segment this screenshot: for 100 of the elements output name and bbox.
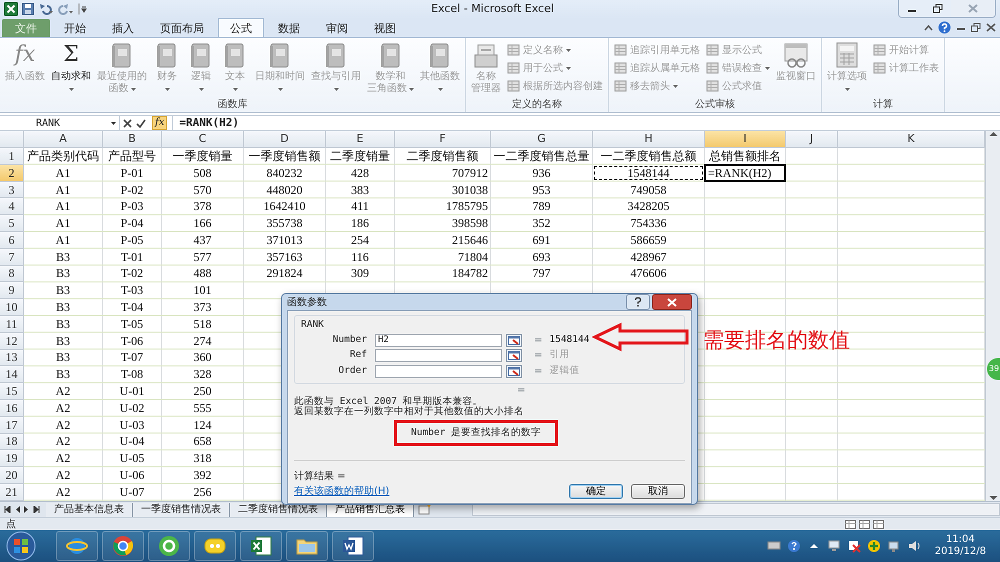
network-icon[interactable]	[886, 539, 901, 553]
column-header[interactable]: J	[786, 131, 838, 148]
taskbar-button[interactable]	[56, 531, 98, 561]
dialog-button[interactable]: 确定	[569, 484, 623, 499]
close-button[interactable]	[652, 294, 692, 310]
view-icon[interactable]	[873, 520, 884, 528]
table-cell-text: 693	[532, 248, 552, 265]
collapse-ribbon-icon[interactable]	[924, 24, 933, 31]
row-header[interactable]: 1	[0, 148, 24, 165]
ribbon-tab[interactable]: 视图	[362, 19, 408, 37]
row-header[interactable]: 20	[0, 467, 24, 484]
row-header[interactable]: 21	[0, 484, 24, 501]
argument-field[interactable]	[375, 349, 502, 362]
insert-sheet-icon[interactable]	[418, 504, 432, 515]
column-header[interactable]: E	[326, 131, 395, 148]
ribbon-tab[interactable]: 公式	[218, 18, 264, 37]
view-icon[interactable]	[845, 520, 856, 528]
speaker-icon[interactable]	[906, 539, 921, 553]
row-header[interactable]: 18	[0, 434, 24, 450]
ribbon-tab[interactable]: 插入	[100, 19, 146, 37]
taskbar-button[interactable]	[332, 531, 374, 561]
row-header[interactable]: 14	[0, 366, 24, 384]
table-cell-text: 373	[192, 299, 212, 315]
column-header[interactable]: G	[491, 131, 593, 148]
row-header[interactable]: 11	[0, 316, 24, 333]
row-header[interactable]: 12	[0, 332, 24, 350]
dialog-button[interactable]: 取消	[631, 484, 685, 499]
taskbar-button[interactable]	[148, 531, 190, 561]
row-header[interactable]: 10	[0, 299, 24, 316]
column-header[interactable]: A	[24, 131, 103, 148]
help-button[interactable]	[626, 294, 650, 310]
help-icon[interactable]	[938, 21, 951, 34]
ribbon-button[interactable]: Σ 自动求和	[48, 39, 94, 93]
customize-icon[interactable]	[78, 3, 87, 15]
collapse-button[interactable]	[506, 334, 522, 346]
row-header[interactable]: 15	[0, 383, 24, 400]
table-cell-text: B3	[54, 282, 71, 298]
column-header[interactable]: K	[838, 131, 985, 148]
view-icon[interactable]	[859, 520, 870, 528]
monitor-icon[interactable]	[826, 539, 841, 553]
row-header[interactable]: 13	[0, 350, 24, 366]
enter-icon[interactable]	[136, 118, 146, 128]
taskbar-button[interactable]	[240, 531, 282, 561]
sheet-tab[interactable]: 产品基本信息表	[46, 502, 133, 516]
argument-field[interactable]	[375, 364, 502, 378]
scrollbar[interactable]	[985, 131, 1000, 501]
row-header[interactable]: 7	[0, 248, 24, 266]
column-header[interactable]: D	[244, 131, 326, 148]
taskbar-button[interactable]	[286, 531, 328, 561]
row-header[interactable]: 2	[0, 164, 24, 182]
function-icon: Σ	[63, 41, 79, 71]
help-link[interactable]: 有关该函数的帮助(H)	[294, 484, 390, 499]
column-header[interactable]: C	[162, 131, 244, 148]
restore-icon[interactable]	[971, 23, 981, 32]
collapse-button[interactable]	[506, 364, 522, 378]
insert-function-button[interactable]: fx	[152, 116, 168, 130]
collapse-button[interactable]	[506, 349, 522, 362]
row-header[interactable]: 9	[0, 282, 24, 300]
taskbar-button[interactable]	[194, 531, 236, 561]
ribbon-tab[interactable]: 审阅	[314, 19, 360, 37]
next-sheet-icon[interactable]	[24, 506, 29, 513]
undo-icon[interactable]	[38, 3, 54, 15]
watch-window-icon	[782, 41, 810, 70]
redo-icon[interactable]	[58, 3, 74, 15]
row-header[interactable]: 19	[0, 450, 24, 468]
start-button[interactable]	[6, 531, 36, 561]
column-header[interactable]: B	[103, 131, 162, 148]
ribbon-tab[interactable]: 数据	[266, 19, 312, 37]
sheet-tab[interactable]: 一季度销售情况表	[133, 502, 230, 516]
formula-field[interactable]: =RANK(H2)	[172, 116, 1000, 130]
row-header[interactable]: 6	[0, 232, 24, 249]
table-cell-text: 二季度销售额	[406, 148, 480, 164]
cancel-icon[interactable]	[123, 118, 132, 128]
column-header[interactable]: I	[705, 131, 786, 148]
table-cell-text: 3428205	[626, 198, 670, 214]
row-header[interactable]: 5	[0, 215, 24, 232]
close-icon[interactable]	[986, 23, 996, 32]
first-sheet-icon[interactable]	[4, 506, 11, 513]
argument-field[interactable]: H2	[375, 334, 502, 346]
row-header[interactable]: 17	[0, 416, 24, 434]
minimize-button[interactable]	[899, 0, 925, 17]
row-header[interactable]: 4	[0, 198, 24, 216]
spreadsheet-logo-icon[interactable]	[4, 2, 18, 16]
ribbon-tab[interactable]: 页面布局	[148, 19, 216, 37]
row-header[interactable]: 8	[0, 266, 24, 282]
column-header[interactable]: F	[395, 131, 491, 148]
name-box[interactable]: RANK	[0, 116, 120, 130]
row-header[interactable]: 3	[0, 182, 24, 198]
plus-icon[interactable]	[866, 539, 881, 553]
ribbon-tab[interactable]: 开始	[52, 19, 98, 37]
previous-sheet-icon[interactable]	[15, 506, 20, 513]
save-icon[interactable]	[22, 3, 34, 15]
flag-icon[interactable]	[846, 539, 861, 553]
column-header[interactable]: H	[593, 131, 705, 148]
taskbar-button[interactable]	[102, 531, 144, 561]
help-icon[interactable]	[786, 539, 801, 553]
scrollbar[interactable]	[472, 503, 1000, 516]
last-sheet-icon[interactable]	[33, 506, 40, 513]
row-header[interactable]: 16	[0, 400, 24, 417]
table-cell-text: 355738	[266, 215, 304, 231]
